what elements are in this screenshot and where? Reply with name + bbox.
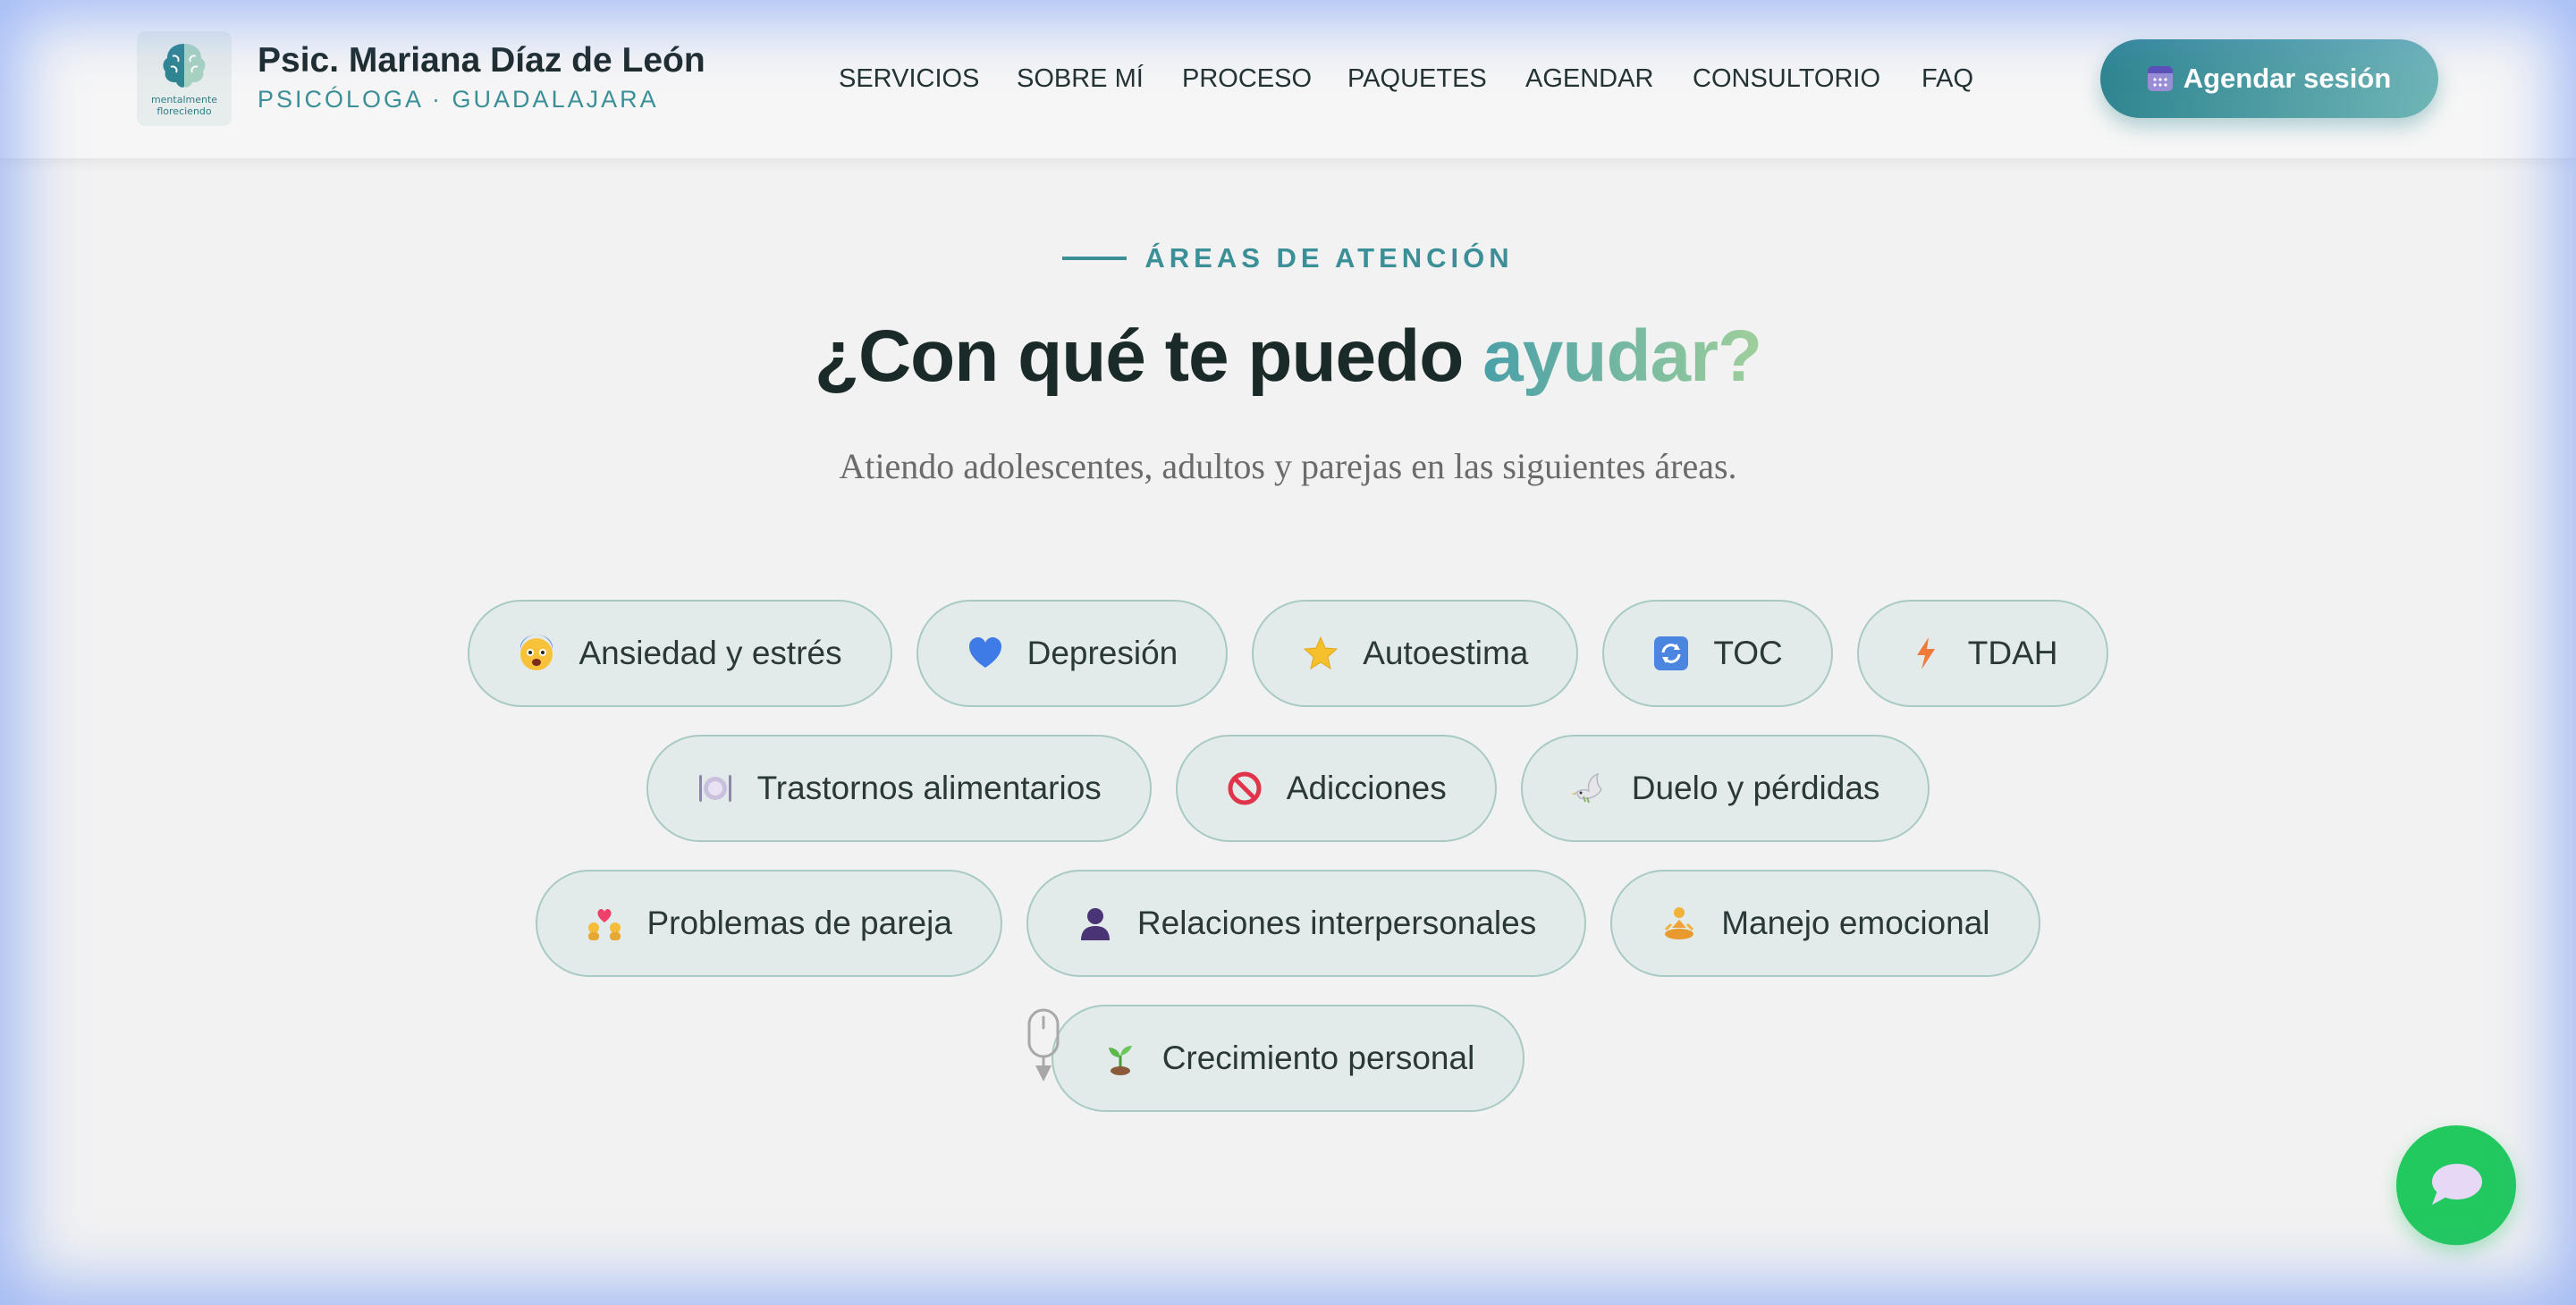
person-silhouette-icon <box>1077 905 1114 942</box>
eyebrow-divider <box>1062 257 1128 260</box>
blue-heart-icon <box>967 635 1004 672</box>
area-label: Ansiedad y estrés <box>579 635 842 671</box>
prohibited-icon <box>1226 770 1263 807</box>
logo-caption: mentalmente floreciendo <box>151 94 217 117</box>
logo[interactable]: mentalmente floreciendo <box>137 31 232 126</box>
nav-sobre-mi[interactable]: SOBRE MÍ <box>1017 64 1144 94</box>
chat-bubble-icon <box>2432 1164 2482 1205</box>
eyebrow-text: ÁREAS DE ATENCIÓN <box>1144 242 1514 274</box>
meditation-icon <box>1660 905 1698 942</box>
area-chip-manejo-emocional[interactable]: Manejo emocional <box>1610 870 2040 977</box>
dove-icon <box>1571 770 1609 807</box>
area-label: Crecimiento personal <box>1161 1040 1475 1076</box>
area-label: TDAH <box>1967 635 2058 671</box>
star-icon <box>1302 635 1339 672</box>
section-title: ¿Con qué te puedo ayudar? <box>0 315 2576 399</box>
logo-caption-line2: floreciendo <box>156 105 212 117</box>
schedule-session-label: Agendar sesión <box>2183 63 2392 94</box>
section-subtitle: Atiendo adolescentes, adultos y parejas … <box>839 446 1737 486</box>
nav-agendar[interactable]: AGENDAR <box>1525 64 1653 94</box>
plate-cutlery-icon <box>697 770 734 807</box>
nav-paquetes[interactable]: PAQUETES <box>1347 64 1487 94</box>
area-chip-toc[interactable]: TOC <box>1602 600 1833 707</box>
chat-button[interactable] <box>2396 1125 2516 1245</box>
nav-faq[interactable]: FAQ <box>1921 64 1973 94</box>
area-chip-pareja[interactable]: Problemas de pareja <box>536 870 1002 977</box>
area-chip-trastornos-alimentarios[interactable]: Trastornos alimentarios <box>646 735 1152 842</box>
area-chip-ansiedad[interactable]: Ansiedad y estrés <box>468 600 892 707</box>
areas-row-3: Problemas de pareja Relaciones interpers… <box>0 870 2576 977</box>
scroll-mouse-icon <box>1026 1008 1061 1090</box>
area-label: Problemas de pareja <box>646 905 952 941</box>
areas-row-1: Ansiedad y estrés Depresión Autoestima T… <box>0 600 2576 707</box>
title-main: ¿Con qué te puedo <box>814 316 1483 397</box>
calendar-icon <box>2147 66 2173 91</box>
nav-servicios[interactable]: SERVICIOS <box>839 64 979 94</box>
section-eyebrow: ÁREAS DE ATENCIÓN <box>0 242 2576 274</box>
area-chip-autoestima[interactable]: Autoestima <box>1252 600 1579 707</box>
brand-subtitle: PSICÓLOGA · GUADALAJARA <box>258 86 659 113</box>
nav-proceso[interactable]: PROCESO <box>1182 64 1312 94</box>
area-chip-depresion[interactable]: Depresión <box>916 600 1229 707</box>
anxious-face-icon <box>518 635 555 672</box>
repeat-arrows-icon <box>1652 635 1690 672</box>
area-chip-adicciones[interactable]: Adicciones <box>1175 735 1497 842</box>
areas-row-2: Trastornos alimentarios Adicciones Duelo… <box>0 735 2576 842</box>
seedling-icon <box>1102 1040 1139 1077</box>
site-header: mentalmente floreciendo Psic. Mariana Dí… <box>0 0 2576 159</box>
area-label: Duelo y pérdidas <box>1631 770 1880 806</box>
area-chip-tdah[interactable]: TDAH <box>1856 600 2108 707</box>
area-chip-relaciones[interactable]: Relaciones interpersonales <box>1026 870 1587 977</box>
area-label: TOC <box>1713 635 1783 671</box>
title-accent: ayudar? <box>1482 316 1762 397</box>
area-label: Autoestima <box>1363 635 1529 671</box>
couple-heart-icon <box>586 905 623 942</box>
brain-icon <box>163 44 206 88</box>
area-label: Relaciones interpersonales <box>1136 905 1537 941</box>
brand-name[interactable]: Psic. Mariana Díaz de León <box>258 41 705 80</box>
nav-consultorio[interactable]: CONSULTORIO <box>1693 64 1880 94</box>
area-label: Trastornos alimentarios <box>756 770 1102 806</box>
area-chip-crecimiento[interactable]: Crecimiento personal <box>1051 1005 1525 1112</box>
lightning-icon <box>1907 635 1945 672</box>
area-label: Adicciones <box>1286 770 1447 806</box>
area-chip-duelo[interactable]: Duelo y pérdidas <box>1520 735 1930 842</box>
areas-row-4: Crecimiento personal <box>0 1005 2576 1112</box>
area-label: Depresión <box>1026 635 1178 671</box>
area-label: Manejo emocional <box>1721 905 1990 941</box>
logo-caption-line1: mentalmente <box>150 94 218 105</box>
schedule-session-button[interactable]: Agendar sesión <box>2100 39 2438 118</box>
